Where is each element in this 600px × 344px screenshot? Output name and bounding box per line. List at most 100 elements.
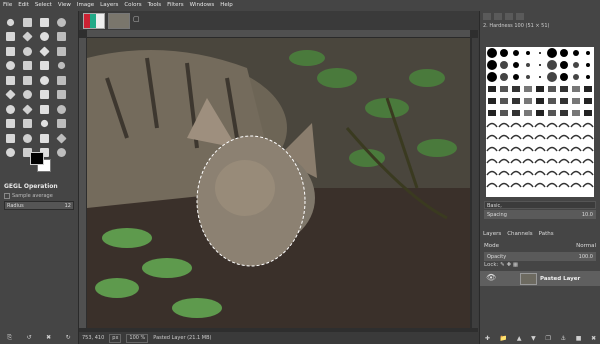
- brush-preset[interactable]: [534, 122, 546, 128]
- brush-preset[interactable]: [586, 63, 590, 67]
- brush-preset[interactable]: [586, 75, 590, 79]
- brush-preset[interactable]: [486, 122, 498, 128]
- zoom-tool-icon[interactable]: [19, 88, 36, 103]
- brush-preset[interactable]: [546, 146, 558, 152]
- brush-preset[interactable]: [547, 60, 557, 70]
- brush-preset[interactable]: [558, 122, 570, 128]
- color-picker-tool-icon[interactable]: [53, 73, 70, 88]
- brush-grid[interactable]: [486, 47, 594, 197]
- scissors-tool-icon[interactable]: [36, 30, 53, 45]
- brush-preset[interactable]: [487, 48, 497, 58]
- dodge-tool-icon[interactable]: [2, 131, 19, 146]
- lock-alpha-icon[interactable]: ▦: [513, 262, 518, 268]
- brush-preset[interactable]: [582, 182, 594, 188]
- sample-average-checkbox[interactable]: [4, 193, 10, 199]
- canvas-area[interactable]: [79, 30, 478, 332]
- brush-preset[interactable]: [498, 182, 510, 188]
- brush-preset[interactable]: [584, 98, 592, 104]
- unit-select[interactable]: px: [109, 333, 122, 343]
- brush-preset[interactable]: [534, 170, 546, 176]
- mask-icon[interactable]: ■: [576, 335, 582, 342]
- brush-preset[interactable]: [534, 182, 546, 188]
- brush-preset[interactable]: [510, 122, 522, 128]
- menu-colors[interactable]: Colors: [121, 0, 144, 11]
- menu-view[interactable]: View: [55, 0, 74, 11]
- brush-preset[interactable]: [512, 98, 520, 104]
- brush-preset[interactable]: [498, 134, 510, 140]
- brush-preset[interactable]: [582, 122, 594, 128]
- lower-layer-icon[interactable]: ▼: [531, 335, 536, 342]
- anchor-layer-icon[interactable]: ⚓: [561, 335, 566, 342]
- tab-layers[interactable]: Layers: [480, 231, 504, 237]
- brush-preset[interactable]: [498, 146, 510, 152]
- fonts-tab[interactable]: [505, 12, 513, 20]
- brush-preset[interactable]: [560, 110, 568, 116]
- brush-preset[interactable]: [536, 110, 544, 116]
- brush-tag-input[interactable]: Basic,: [484, 201, 596, 209]
- lock-position-icon[interactable]: ✚: [507, 262, 512, 268]
- tab-channels[interactable]: Channels: [504, 231, 535, 237]
- brush-preset[interactable]: [582, 134, 594, 140]
- brush-preset[interactable]: [570, 122, 582, 128]
- brush-preset[interactable]: [573, 62, 579, 68]
- brush-preset[interactable]: [510, 146, 522, 152]
- brush-preset[interactable]: [513, 74, 519, 80]
- menu-windows[interactable]: Windows: [187, 0, 218, 11]
- opacity-slider[interactable]: Opacity 100.0: [484, 252, 596, 261]
- brush-preset[interactable]: [560, 49, 568, 57]
- brush-preset[interactable]: [486, 158, 498, 164]
- brush-preset[interactable]: [498, 170, 510, 176]
- brush-preset[interactable]: [570, 170, 582, 176]
- brush-preset[interactable]: [526, 51, 530, 55]
- brush-preset[interactable]: [548, 86, 556, 92]
- brush-preset[interactable]: [539, 64, 541, 66]
- fuzzy-select-tool-icon[interactable]: [19, 30, 36, 45]
- menu-file[interactable]: File: [0, 0, 15, 11]
- brush-preset[interactable]: [500, 86, 508, 92]
- brush-preset[interactable]: [546, 134, 558, 140]
- duplicate-layer-icon[interactable]: ❐: [546, 335, 551, 342]
- pencil-tool-icon[interactable]: [2, 102, 19, 117]
- brush-preset[interactable]: [500, 49, 508, 57]
- measure-tool-icon[interactable]: [2, 88, 19, 103]
- brush-preset[interactable]: [510, 158, 522, 164]
- brush-preset[interactable]: [572, 86, 580, 92]
- foreground-select-tool-icon[interactable]: [53, 30, 70, 45]
- brush-preset[interactable]: [546, 182, 558, 188]
- spacing-slider[interactable]: Spacing 10.0: [484, 210, 596, 219]
- brush-preset[interactable]: [498, 158, 510, 164]
- ellipse-select-tool-icon[interactable]: [53, 15, 70, 30]
- cage-tool-icon[interactable]: [53, 59, 70, 74]
- brush-preset[interactable]: [534, 146, 546, 152]
- blend-tool-icon[interactable]: [53, 146, 70, 161]
- fill-tool-icon[interactable]: [36, 88, 53, 103]
- brush-preset[interactable]: [582, 146, 594, 152]
- brush-preset[interactable]: [512, 86, 520, 92]
- menu-filters[interactable]: Filters: [164, 0, 187, 11]
- sample-average-option[interactable]: Sample average: [0, 192, 78, 200]
- brush-preset[interactable]: [510, 182, 522, 188]
- brush-preset[interactable]: [546, 122, 558, 128]
- brush-preset[interactable]: [546, 170, 558, 176]
- brush-preset[interactable]: [546, 158, 558, 164]
- brush-preset[interactable]: [524, 98, 532, 104]
- reset-options-icon[interactable]: ↻: [66, 334, 71, 342]
- free-select-tool-icon[interactable]: [2, 30, 19, 45]
- paintbrush-tool-icon[interactable]: [19, 102, 36, 117]
- paths-tool-icon[interactable]: [36, 73, 53, 88]
- brush-preset[interactable]: [570, 158, 582, 164]
- brush-preset[interactable]: [558, 146, 570, 152]
- brush-preset[interactable]: [513, 50, 519, 56]
- brush-preset[interactable]: [522, 146, 534, 152]
- brush-preset[interactable]: [560, 98, 568, 104]
- radius-slider[interactable]: Radius 12: [4, 201, 74, 210]
- brush-preset[interactable]: [524, 86, 532, 92]
- menu-edit[interactable]: Edit: [15, 0, 32, 11]
- brush-preset[interactable]: [558, 158, 570, 164]
- eraser-tool-icon[interactable]: [36, 102, 53, 117]
- gradients-tab[interactable]: [516, 12, 524, 20]
- menu-tools[interactable]: Tools: [145, 0, 165, 11]
- brush-preset[interactable]: [547, 72, 557, 82]
- brush-preset[interactable]: [584, 86, 592, 92]
- brush-preset[interactable]: [572, 110, 580, 116]
